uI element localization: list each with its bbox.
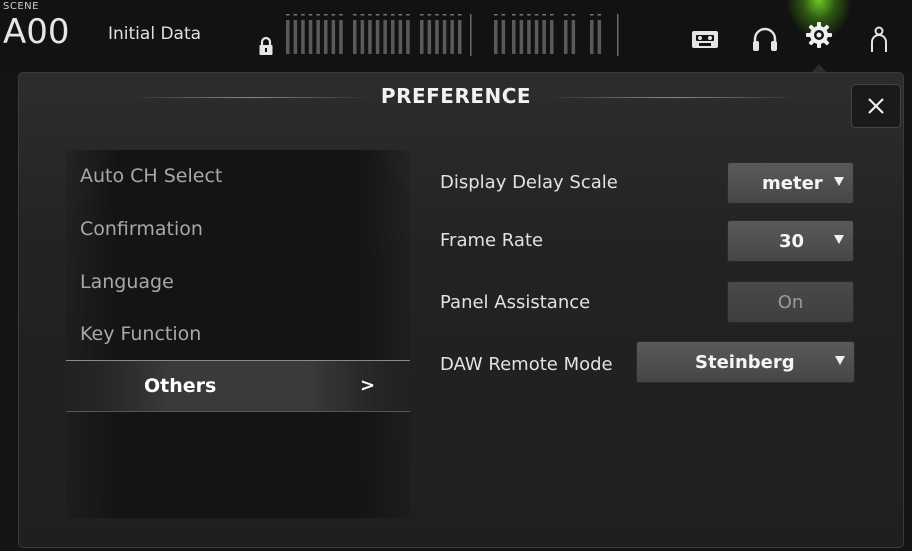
headphones-icon[interactable] bbox=[750, 24, 780, 54]
display-delay-scale-dropdown[interactable]: meter bbox=[727, 162, 854, 204]
menu-item-key-function[interactable]: Key Function bbox=[80, 323, 201, 345]
chevron-down-icon bbox=[834, 177, 844, 186]
level-meters bbox=[286, 14, 619, 56]
daw-remote-mode-label: DAW Remote Mode bbox=[440, 354, 613, 375]
menu-item-confirmation[interactable]: Confirmation bbox=[80, 218, 203, 240]
frame-rate-dropdown[interactable]: 30 bbox=[727, 220, 854, 262]
menu-item-language[interactable]: Language bbox=[80, 271, 174, 293]
daw-remote-mode-value: Steinberg bbox=[695, 352, 795, 373]
lock-icon[interactable] bbox=[258, 36, 274, 56]
close-icon bbox=[868, 98, 884, 114]
close-button[interactable] bbox=[851, 84, 901, 128]
menu-item-others[interactable]: Others > bbox=[66, 360, 410, 412]
recorder-icon[interactable] bbox=[690, 24, 720, 54]
scene-label: SCENE bbox=[3, 1, 39, 12]
panel-assistance-value: On bbox=[777, 292, 804, 313]
scene-number[interactable]: A00 bbox=[3, 12, 70, 52]
daw-remote-mode-dropdown[interactable]: Steinberg bbox=[636, 341, 855, 383]
gear-icon[interactable] bbox=[804, 20, 834, 50]
chevron-down-icon bbox=[834, 235, 844, 244]
top-bar: SCENE A00 Initial Data bbox=[0, 0, 912, 70]
frame-rate-value: 30 bbox=[779, 231, 805, 252]
chevron-down-icon bbox=[835, 356, 845, 365]
scene-title[interactable]: Initial Data bbox=[108, 24, 201, 44]
menu-item-others-label: Others bbox=[144, 375, 217, 397]
frame-rate-label: Frame Rate bbox=[440, 230, 544, 251]
panel-assistance-toggle[interactable]: On bbox=[727, 281, 854, 323]
menu-item-auto-ch-select[interactable]: Auto CH Select bbox=[80, 165, 222, 187]
panel-assistance-label: Panel Assistance bbox=[440, 292, 591, 313]
user-icon[interactable] bbox=[864, 24, 894, 54]
chevron-right-icon: > bbox=[360, 375, 376, 396]
display-delay-scale-value: meter bbox=[762, 173, 823, 194]
display-delay-scale-label: Display Delay Scale bbox=[440, 172, 618, 193]
dialog-title: PREFERENCE bbox=[380, 84, 532, 108]
